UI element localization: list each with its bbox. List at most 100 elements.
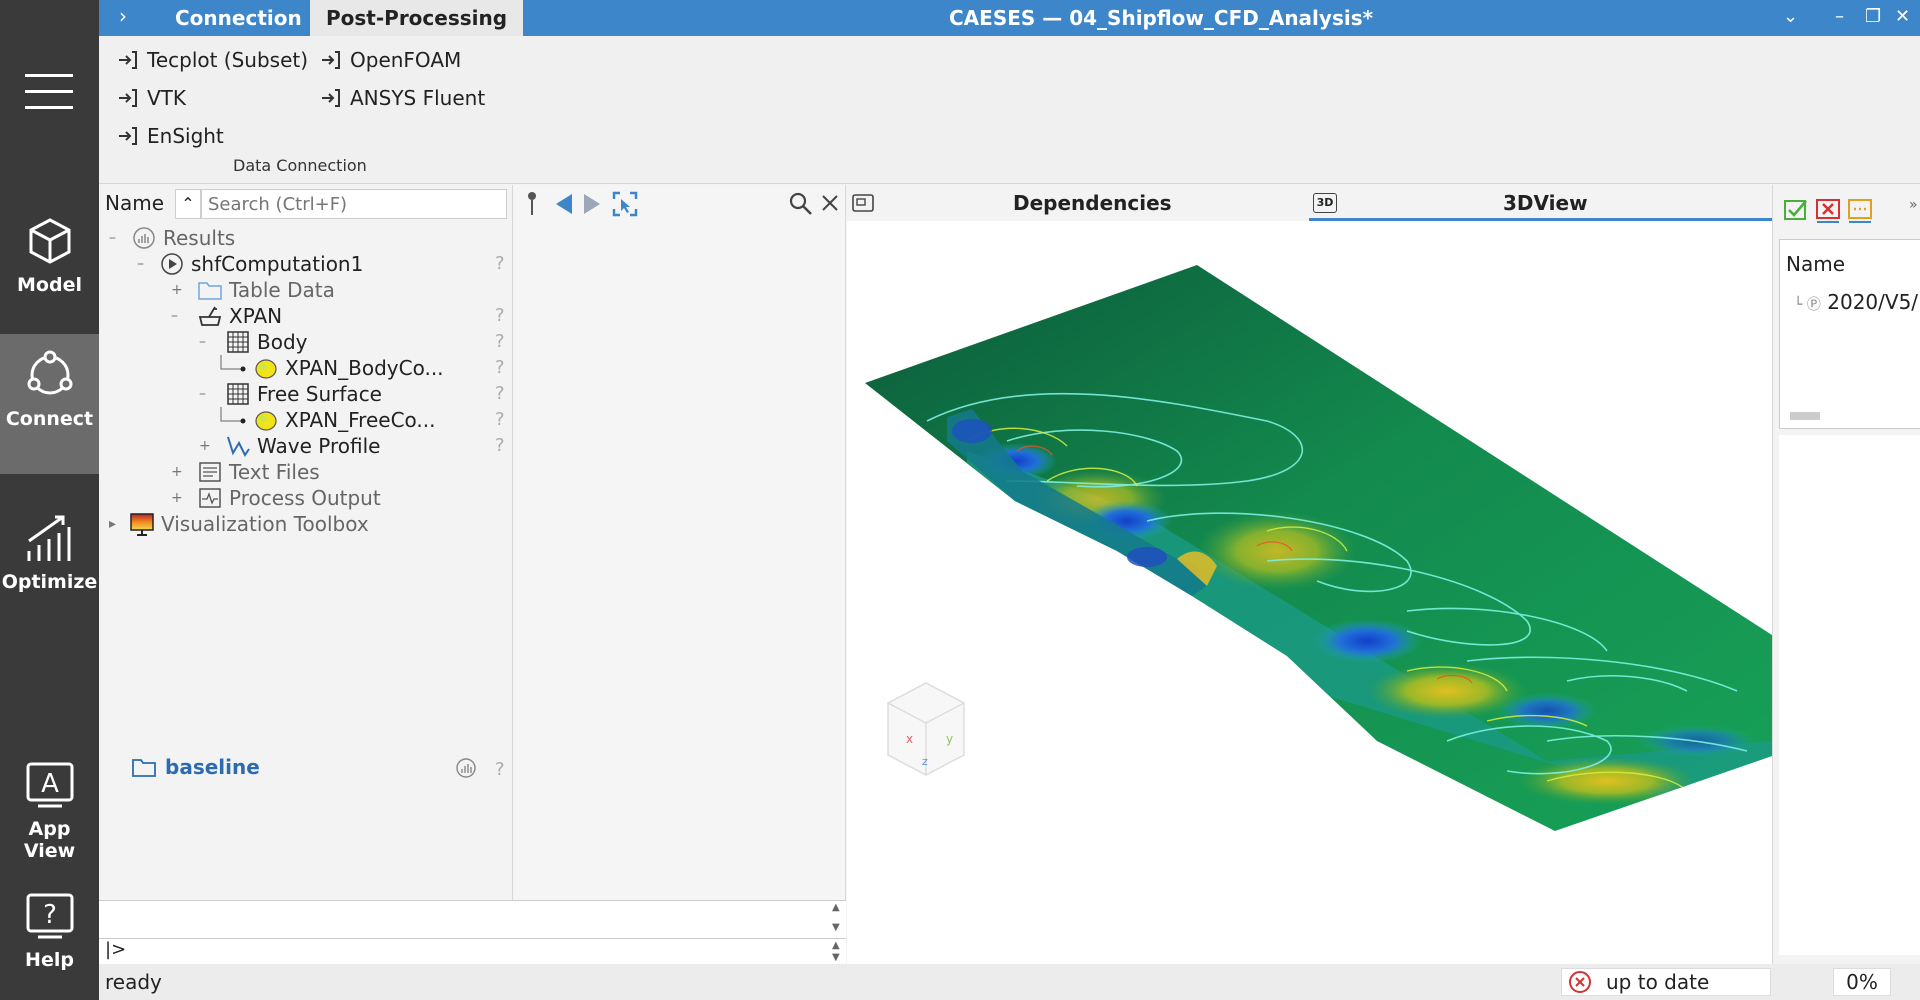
overflow-icon[interactable]: »: [1909, 197, 1918, 213]
expand-icon[interactable]: +: [199, 438, 211, 454]
svg-text:x: x: [906, 732, 913, 746]
tree-item-visualization-toolbox[interactable]: ▸ Visualization Toolbox: [109, 509, 369, 539]
text-file-icon: [199, 462, 221, 482]
ribbon-item-vtk[interactable]: VTK: [117, 86, 186, 110]
scroll-down-icon[interactable]: ▼: [832, 952, 840, 963]
help-mark[interactable]: ?: [495, 759, 505, 780]
search-icon[interactable]: [788, 191, 814, 217]
status-bar: ready up to date 0%: [99, 964, 1920, 1000]
close-icon[interactable]: [820, 193, 840, 213]
chevron-down-icon[interactable]: ⌄: [1783, 6, 1798, 27]
tree-label: Results: [163, 226, 236, 250]
help-mark[interactable]: ?: [495, 383, 505, 404]
check-icon[interactable]: [1783, 197, 1809, 223]
process-output-icon: [199, 488, 221, 508]
ribbon-label: VTK: [147, 86, 187, 110]
right-list-label: 2020/V5/: [1827, 290, 1918, 314]
import-icon: [322, 51, 340, 69]
select-region-icon[interactable]: [612, 191, 638, 217]
help-mark[interactable]: ?: [495, 331, 505, 352]
scroll-down-icon[interactable]: ▼: [832, 922, 840, 933]
rail-item-connect[interactable]: Connect: [0, 334, 99, 474]
3d-viewport[interactable]: x y z: [847, 221, 1772, 964]
expand-icon[interactable]: ▸: [109, 516, 116, 532]
rail-item-model[interactable]: Model: [0, 200, 99, 340]
collapse-icon[interactable]: –: [199, 334, 206, 350]
connect-icon: [27, 350, 72, 395]
dependencies-view-icon: [852, 194, 874, 212]
orientation-cube[interactable]: x y z: [887, 682, 965, 776]
branch-icon: └ Ⓟ: [1794, 297, 1821, 313]
help-mark[interactable]: ?: [495, 305, 505, 326]
results-icon: [133, 227, 155, 249]
forward-arrow-icon[interactable]: [582, 193, 602, 215]
help-mark[interactable]: ?: [495, 409, 505, 430]
grid-icon: [227, 331, 249, 353]
collapse-icon[interactable]: –: [137, 256, 144, 272]
ribbon-item-openfoam[interactable]: OpenFOAM: [320, 48, 461, 72]
console-input[interactable]: |>: [99, 938, 846, 964]
ribbon-item-ensight[interactable]: EnSight: [117, 124, 224, 148]
scroll-up-icon[interactable]: ▲: [832, 940, 840, 951]
ribbon-label: ANSYS Fluent: [350, 86, 486, 110]
restore-icon[interactable]: ❐: [1865, 6, 1881, 27]
sync-status[interactable]: up to date: [1561, 968, 1771, 996]
grid-icon: [227, 383, 249, 405]
object-tree-panel: Name ⌃ – Results – shfComputation1 ? + T…: [99, 185, 513, 900]
rail-label-app-view: App View: [23, 818, 76, 862]
collapse-icon[interactable]: –: [109, 230, 116, 246]
help-mark[interactable]: ?: [495, 253, 505, 274]
folder-icon: [198, 282, 222, 300]
free-surface-contour-plot[interactable]: x y z: [847, 221, 1772, 964]
back-arrow-icon[interactable]: [554, 193, 574, 215]
expand-icon[interactable]: +: [171, 282, 183, 298]
sync-status-label: up to date: [1606, 970, 1710, 994]
ribbon-item-ansys-fluent[interactable]: ANSYS Fluent: [320, 86, 485, 110]
contour-icon: [255, 411, 277, 431]
help-mark[interactable]: ?: [495, 435, 505, 456]
right-panel-body: [1779, 435, 1920, 955]
scroll-up-icon[interactable]: ▲: [832, 902, 840, 913]
chevron-right-icon[interactable]: ›: [119, 4, 127, 28]
horizontal-scrollbar[interactable]: [1790, 412, 1820, 420]
status-text: ready: [105, 970, 162, 994]
rail-item-help[interactable]: ? Help: [0, 875, 99, 1000]
tree-search-input[interactable]: [201, 189, 507, 219]
tree-header-name[interactable]: Name: [105, 191, 164, 215]
ribbon-label: OpenFOAM: [350, 48, 462, 72]
tree-label: shfComputation1: [191, 252, 364, 276]
right-list-item[interactable]: └ Ⓟ 2020/V5/: [1794, 290, 1918, 314]
ribbon-group-label: Data Connection: [233, 156, 367, 175]
app-view-icon: A: [26, 762, 73, 808]
close-icon[interactable]: ✕: [1895, 6, 1910, 27]
minimize-icon[interactable]: –: [1835, 6, 1844, 27]
help-mark[interactable]: ?: [495, 357, 505, 378]
tab-3dview[interactable]: 3DView: [1503, 191, 1588, 215]
tab-connection[interactable]: Connection: [159, 0, 318, 36]
hamburger-menu-button[interactable]: [25, 74, 73, 110]
rail-label-optimize: Optimize: [1, 571, 98, 593]
help-icon: ?: [26, 893, 73, 939]
tab-dependencies[interactable]: Dependencies: [1013, 191, 1172, 215]
expand-icon[interactable]: +: [171, 464, 183, 480]
pin-icon[interactable]: [522, 191, 542, 217]
title-bar: › Connection Post-Processing CAESES — 04…: [99, 0, 1920, 36]
rail-item-optimize[interactable]: Optimize: [0, 497, 99, 637]
chart-icon: [27, 515, 70, 561]
console-output: [99, 900, 846, 938]
window-title: CAESES — 04_Shipflow_CFD_Analysis*: [949, 6, 1374, 30]
tab-post-processing[interactable]: Post-Processing: [310, 0, 524, 36]
collapse-icon[interactable]: –: [199, 386, 206, 402]
right-list-header: Name: [1786, 252, 1846, 276]
rail-label-connect: Connect: [5, 408, 94, 430]
expand-icon[interactable]: +: [171, 490, 183, 506]
rail-item-app-view[interactable]: A App View: [0, 744, 99, 884]
message-icon[interactable]: [1847, 197, 1873, 223]
sort-up-icon[interactable]: ⌃: [175, 189, 201, 219]
collapse-icon[interactable]: –: [171, 308, 178, 324]
tree-label: Text Files: [229, 460, 320, 484]
ribbon-item-tecplot[interactable]: Tecplot (Subset): [117, 48, 308, 72]
error-icon[interactable]: [1815, 197, 1841, 223]
import-icon: [119, 127, 137, 145]
tree-item-baseline[interactable]: baseline: [131, 755, 260, 779]
